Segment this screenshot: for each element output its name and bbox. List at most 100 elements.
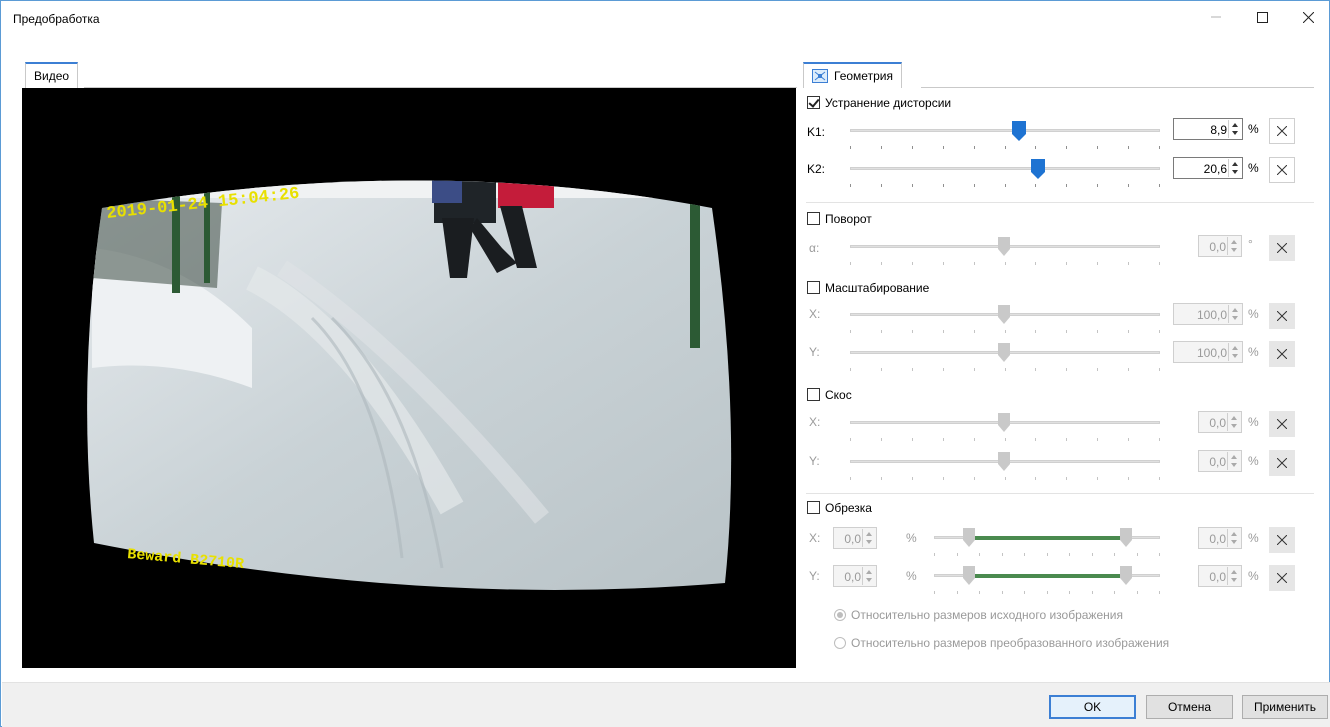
- crop-y-reset-button[interactable]: [1269, 565, 1295, 591]
- scale-x-slider-thumb[interactable]: [998, 305, 1010, 324]
- scale-y-slider-thumb[interactable]: [998, 343, 1010, 362]
- crop-option-transformed-label: Относительно размеров преобразованного и…: [851, 636, 1170, 650]
- crop-y-ticks: [934, 591, 1160, 595]
- distortion-checkbox[interactable]: [807, 96, 820, 109]
- slider-tick: [1128, 438, 1129, 441]
- crop-y-right-spinbox[interactable]: 0,0: [1198, 565, 1242, 587]
- skew-x-slider-thumb[interactable]: [998, 413, 1010, 432]
- crop-x-right-unit: %: [1248, 531, 1259, 545]
- close-button[interactable]: [1285, 1, 1330, 33]
- slider-tick: [1159, 184, 1160, 187]
- skew-x-ticks: [850, 438, 1160, 442]
- tab-geometry[interactable]: Геометрия: [803, 62, 902, 88]
- slider-tick: [1128, 477, 1129, 480]
- slider-tick: [850, 262, 851, 265]
- slider-tick: [881, 477, 882, 480]
- section-divider: [806, 493, 1314, 494]
- tab-video[interactable]: Видео: [25, 62, 79, 88]
- slider-tick: [1159, 262, 1160, 265]
- scale-x-reset-button[interactable]: [1269, 303, 1295, 329]
- maximize-icon: [1256, 11, 1268, 23]
- k2-ticks: [850, 184, 1160, 188]
- k2-spin-arrows[interactable]: [1228, 159, 1241, 177]
- skew-y-reset-button[interactable]: [1269, 450, 1295, 476]
- slider-tick: [912, 368, 913, 371]
- crop-y-range-fill: [969, 574, 1127, 578]
- k1-reset-button[interactable]: [1269, 118, 1295, 144]
- k1-unit: %: [1248, 122, 1259, 136]
- crop-x-left-spinbox[interactable]: 0,0: [833, 527, 877, 549]
- apply-button[interactable]: Применить: [1242, 695, 1328, 719]
- ok-button[interactable]: OK: [1049, 695, 1136, 719]
- alpha-unit: °: [1248, 237, 1253, 251]
- crop-y-right-thumb[interactable]: [1120, 566, 1132, 585]
- geometry-icon: [812, 69, 828, 83]
- skew-x-value: 0,0: [1209, 416, 1226, 430]
- crop-option-transformed-radio[interactable]: [834, 637, 846, 649]
- alpha-spinbox[interactable]: 0,0: [1198, 235, 1242, 257]
- k2-reset-button[interactable]: [1269, 157, 1295, 183]
- crop-x-reset-button[interactable]: [1269, 527, 1295, 553]
- scale-y-value: 100,0: [1196, 346, 1227, 360]
- slider-tick: [1066, 262, 1067, 265]
- slider-tick: [881, 262, 882, 265]
- slider-tick: [1005, 368, 1006, 371]
- k2-slider-thumb[interactable]: [1031, 159, 1045, 179]
- crop-y-left-spinbox[interactable]: 0,0: [833, 565, 877, 587]
- slider-tick: [1128, 146, 1129, 149]
- k1-slider[interactable]: [850, 129, 1160, 132]
- slider-tick: [912, 330, 913, 333]
- skew-y-spinbox[interactable]: 0,0: [1198, 450, 1242, 472]
- slider-tick: [1159, 368, 1160, 371]
- skew-x-spinbox[interactable]: 0,0: [1198, 411, 1242, 433]
- slider-tick: [912, 146, 913, 149]
- slider-tick: [1035, 477, 1036, 480]
- crop-x-left-thumb[interactable]: [963, 528, 975, 547]
- maximize-button[interactable]: [1239, 1, 1285, 33]
- slider-tick: [1128, 184, 1129, 187]
- skew-label: Скос: [825, 388, 852, 402]
- rotation-checkbox[interactable]: [807, 212, 820, 225]
- alpha-slider-thumb[interactable]: [998, 237, 1010, 256]
- crop-y-right-unit: %: [1248, 569, 1259, 583]
- skew-x-reset-button[interactable]: [1269, 411, 1295, 437]
- k1-slider-thumb[interactable]: [1012, 121, 1026, 141]
- skew-y-unit: %: [1248, 454, 1259, 468]
- slider-tick: [881, 330, 882, 333]
- slider-tick: [979, 591, 980, 594]
- scale-x-label: X:: [809, 307, 821, 321]
- scale-x-value: 100,0: [1196, 308, 1227, 322]
- minimize-button[interactable]: [1193, 1, 1239, 33]
- scale-x-spinbox[interactable]: 100,0: [1173, 303, 1243, 325]
- crop-checkbox[interactable]: [807, 501, 820, 514]
- close-icon: [1302, 11, 1314, 23]
- crop-option-source-radio[interactable]: [834, 609, 846, 621]
- alpha-reset-button[interactable]: [1269, 235, 1295, 261]
- slider-tick: [943, 477, 944, 480]
- crop-x-left-value: 0,0: [844, 532, 861, 546]
- crop-x-right-thumb[interactable]: [1120, 528, 1132, 547]
- scaling-checkbox[interactable]: [807, 281, 820, 294]
- slider-tick: [934, 553, 935, 556]
- crop-x-label: X:: [809, 531, 821, 545]
- slider-tick: [1128, 368, 1129, 371]
- k1-spin-arrows[interactable]: [1228, 120, 1241, 138]
- slider-tick: [943, 368, 944, 371]
- scale-y-spinbox[interactable]: 100,0: [1173, 341, 1243, 363]
- skew-y-slider-thumb[interactable]: [998, 452, 1010, 471]
- slider-tick: [974, 262, 975, 265]
- crop-y-left-thumb[interactable]: [963, 566, 975, 585]
- cancel-button[interactable]: Отмена: [1146, 695, 1233, 719]
- k2-spinbox[interactable]: 20,6: [1173, 157, 1243, 179]
- scale-y-label: Y:: [809, 345, 820, 359]
- slider-tick: [1035, 368, 1036, 371]
- slider-tick: [974, 184, 975, 187]
- slider-tick: [1159, 146, 1160, 149]
- scale-y-reset-button[interactable]: [1269, 341, 1295, 367]
- skew-checkbox[interactable]: [807, 388, 820, 401]
- apply-button-label: Применить: [1253, 700, 1316, 714]
- k1-spinbox[interactable]: 8,9: [1173, 118, 1243, 140]
- k2-slider[interactable]: [850, 167, 1160, 170]
- slider-tick: [1137, 553, 1138, 556]
- crop-x-right-spinbox[interactable]: 0,0: [1198, 527, 1242, 549]
